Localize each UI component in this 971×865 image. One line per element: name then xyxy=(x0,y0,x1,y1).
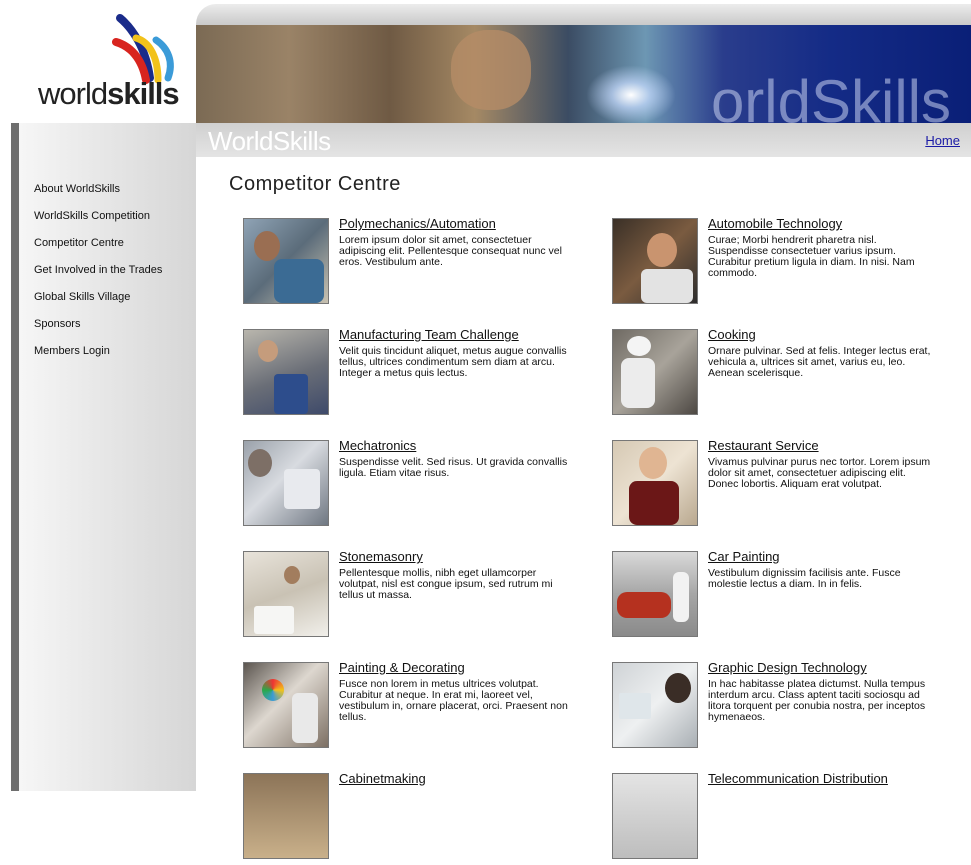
sidebar: About WorldSkills WorldSkills Competitio… xyxy=(19,123,196,791)
item-description: Lorem ipsum dolor sit amet, consectetuer… xyxy=(339,234,562,268)
item-description: Vestibulum dignissim facilisis ante. Fus… xyxy=(708,567,901,590)
sidebar-item-worldskills-competition[interactable]: WorldSkills Competition xyxy=(34,208,162,235)
item-thumbnail[interactable] xyxy=(243,773,329,859)
item-title-link[interactable]: Cabinetmaking xyxy=(339,771,426,786)
competition-item-cooking: Cooking Ornare pulvinar. Sed at felis. I… xyxy=(612,327,942,421)
item-thumbnail[interactable] xyxy=(612,662,698,748)
item-title-link[interactable]: Car Painting xyxy=(708,549,780,564)
banner-person xyxy=(451,30,531,110)
item-thumbnail[interactable] xyxy=(243,662,329,748)
item-thumbnail[interactable] xyxy=(612,218,698,304)
sidebar-accent-bar xyxy=(11,123,19,791)
logo-wordmark: worldskills xyxy=(38,76,180,111)
item-title-link[interactable]: Telecommunication Distribution xyxy=(708,771,888,786)
worldskills-logo-mark-icon xyxy=(112,14,174,84)
sidebar-nav: About WorldSkills WorldSkills Competitio… xyxy=(34,181,162,370)
sidebar-item-competitor-centre[interactable]: Competitor Centre xyxy=(34,235,162,262)
worldskills-logo[interactable]: worldskills xyxy=(0,0,196,123)
competition-item-restaurant-service: Restaurant Service Vivamus pulvinar puru… xyxy=(612,438,942,532)
banner-watermark-text: orldSkills xyxy=(710,68,951,123)
item-description: Curae; Morbi hendrerit pharetra nisl. Su… xyxy=(708,234,915,279)
sidebar-item-global-skills-village[interactable]: Global Skills Village xyxy=(34,289,162,316)
item-description: In hac habitasse platea dictumst. Nulla … xyxy=(708,678,926,723)
item-thumbnail[interactable] xyxy=(612,440,698,526)
item-description: Vivamus pulvinar purus nec tortor. Lorem… xyxy=(708,456,931,490)
competition-item-stonemasonry: Stonemasonry Pellentesque mollis, nibh e… xyxy=(243,549,573,643)
header-banner-image: orldSkills xyxy=(196,25,971,123)
item-thumbnail[interactable] xyxy=(243,551,329,637)
item-thumbnail[interactable] xyxy=(243,218,329,304)
item-title-link[interactable]: Polymechanics/Automation xyxy=(339,216,496,231)
item-thumbnail[interactable] xyxy=(243,329,329,415)
home-link[interactable]: Home xyxy=(925,133,960,148)
item-thumbnail[interactable] xyxy=(243,440,329,526)
item-thumbnail[interactable] xyxy=(612,773,698,859)
item-description: Velit quis tincidunt aliquet, metus augu… xyxy=(339,345,567,379)
competition-item-painting-decorating: Painting & Decorating Fusce non lorem in… xyxy=(243,660,573,754)
subheader-bar: WorldSkills Home xyxy=(196,123,971,157)
sidebar-item-members-login[interactable]: Members Login xyxy=(34,343,162,370)
competition-item-car-painting: Car Painting Vestibulum dignissim facili… xyxy=(612,549,942,643)
page-title: Competitor Centre xyxy=(229,173,401,195)
item-title-link[interactable]: Automobile Technology xyxy=(708,216,842,231)
sidebar-item-about-worldskills[interactable]: About WorldSkills xyxy=(34,181,162,208)
competition-item-cabinetmaking: Cabinetmaking xyxy=(243,771,573,865)
item-title-link[interactable]: Mechatronics xyxy=(339,438,416,453)
item-description: Fusce non lorem in metus ultrices volutp… xyxy=(339,678,568,723)
competition-item-manufacturing-team-challenge: Manufacturing Team Challenge Velit quis … xyxy=(243,327,573,421)
item-title-link[interactable]: Restaurant Service xyxy=(708,438,819,453)
item-title-link[interactable]: Graphic Design Technology xyxy=(708,660,867,675)
header-top-strip xyxy=(196,4,971,25)
sidebar-item-get-involved[interactable]: Get Involved in the Trades xyxy=(34,262,162,289)
competition-item-graphic-design-technology: Graphic Design Technology In hac habitas… xyxy=(612,660,942,754)
item-title-link[interactable]: Cooking xyxy=(708,327,756,342)
item-title-link[interactable]: Stonemasonry xyxy=(339,549,423,564)
sidebar-item-sponsors[interactable]: Sponsors xyxy=(34,316,162,343)
item-title-link[interactable]: Manufacturing Team Challenge xyxy=(339,327,519,342)
competition-item-automobile-technology: Automobile Technology Curae; Morbi hendr… xyxy=(612,216,942,310)
item-thumbnail[interactable] xyxy=(612,329,698,415)
item-thumbnail[interactable] xyxy=(612,551,698,637)
item-description: Suspendisse velit. Sed risus. Ut gravida… xyxy=(339,456,568,479)
subheader-title: WorldSkills xyxy=(208,126,331,156)
competition-item-telecommunication-distribution: Telecommunication Distribution xyxy=(612,771,942,865)
competition-item-polymechanics: Polymechanics/Automation Lorem ipsum dol… xyxy=(243,216,573,310)
competition-item-mechatronics: Mechatronics Suspendisse velit. Sed risu… xyxy=(243,438,573,532)
banner-welding-glow xyxy=(586,65,676,123)
item-title-link[interactable]: Painting & Decorating xyxy=(339,660,465,675)
item-description: Ornare pulvinar. Sed at felis. Integer l… xyxy=(708,345,931,379)
item-description: Pellentesque mollis, nibh eget ullamcorp… xyxy=(339,567,553,601)
